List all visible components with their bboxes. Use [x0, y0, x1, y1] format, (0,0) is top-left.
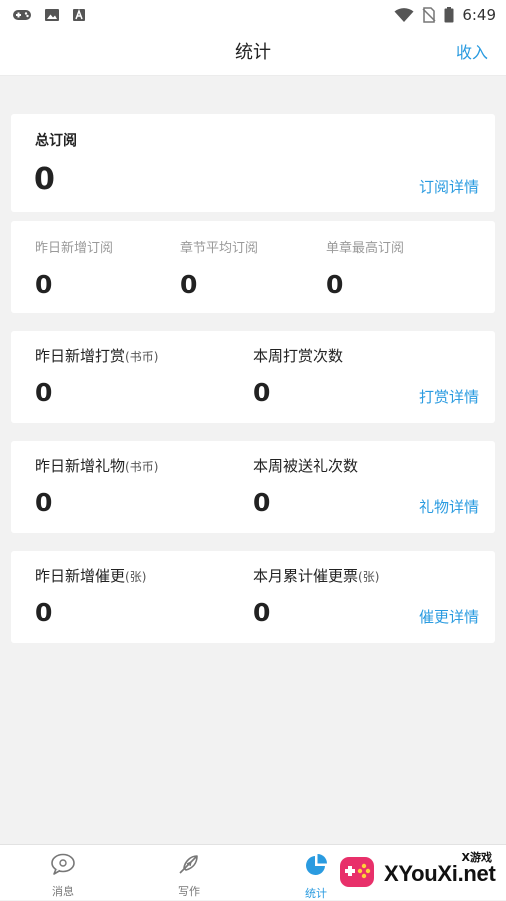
gift-week-count: 本周被送礼次数 0: [253, 455, 358, 517]
label-text: 本周打赏次数: [253, 347, 344, 365]
reward-yesterday-value: 0: [35, 378, 53, 407]
stat-label: 章节平均订阅: [180, 241, 259, 256]
battery-icon: [444, 7, 454, 23]
unit-text: (书币): [125, 350, 159, 364]
tab-label: 统计: [305, 887, 327, 900]
watermark-small-text: X游戏: [461, 851, 492, 864]
urge-yesterday: 昨日新增催更(张) 0: [35, 565, 146, 627]
gift-week-label: 本周被送礼次数: [253, 455, 358, 476]
header: 统计 收入: [0, 30, 506, 76]
gift-yesterday-label: 昨日新增礼物(书币): [35, 455, 158, 476]
reward-week-count: 本周打赏次数 0: [253, 345, 343, 407]
unit-text: (张): [125, 570, 147, 584]
stat-label: 昨日新增订阅: [35, 241, 114, 256]
urge-month-value: 0: [253, 598, 271, 627]
total-subscription-label: 总订阅: [35, 133, 77, 149]
stat-value: 0: [35, 270, 53, 299]
stat-chapter-average-subs: 章节平均订阅 0: [180, 237, 258, 299]
reward-card: 昨日新增打赏(书币) 0 本周打赏次数 0 打赏详情: [11, 331, 495, 423]
label-text: 昨日新增催更: [35, 567, 126, 585]
gamepad-icon: [12, 8, 32, 22]
gift-details-link[interactable]: 礼物详情: [419, 496, 479, 517]
stat-value: 0: [326, 270, 344, 299]
status-time: 6:49: [462, 6, 496, 24]
urge-month-total: 本月累计催更票(张) 0: [253, 565, 379, 627]
reward-details-link[interactable]: 打赏详情: [419, 386, 479, 407]
gift-yesterday-value: 0: [35, 488, 53, 517]
no-sim-icon: [422, 7, 436, 23]
label-text: 昨日新增礼物: [35, 457, 126, 475]
subscription-details-link[interactable]: 订阅详情: [419, 176, 479, 197]
reward-week-label: 本周打赏次数: [253, 345, 343, 366]
chat-bubble-icon: [50, 853, 76, 879]
total-subscription-card: 总订阅 0 订阅详情: [11, 114, 495, 212]
urge-yesterday-value: 0: [35, 598, 53, 627]
reward-yesterday: 昨日新增打赏(书币) 0: [35, 345, 158, 407]
text-a-icon: [72, 8, 86, 22]
urge-details-link[interactable]: 催更详情: [419, 606, 479, 627]
label-text: 本月累计催更票: [253, 567, 359, 585]
gift-yesterday: 昨日新增礼物(书币) 0: [35, 455, 158, 517]
tab-messages[interactable]: 消息: [13, 845, 113, 901]
income-button[interactable]: 收入: [456, 30, 488, 76]
pie-chart-icon: [304, 853, 328, 881]
watermark: XYouXi.net X游戏: [336, 847, 506, 901]
status-right: 6:49: [394, 6, 496, 24]
gift-week-value: 0: [253, 488, 271, 517]
total-subscription-value: 0: [34, 162, 55, 197]
label-text: 本周被送礼次数: [253, 457, 359, 475]
status-left: [12, 8, 86, 22]
label-text: 昨日新增打赏: [35, 347, 126, 365]
gift-card: 昨日新增礼物(书币) 0 本周被送礼次数 0 礼物详情: [11, 441, 495, 533]
status-bar: 6:49: [0, 0, 506, 30]
urge-month-label: 本月累计催更票(张): [253, 565, 379, 586]
stat-value: 0: [180, 270, 198, 299]
bottom-tab-bar: 消息 写作 统计 XYouXi.net X游戏: [0, 844, 506, 900]
image-icon: [44, 8, 60, 22]
tab-label: 消息: [52, 885, 74, 898]
stat-single-chapter-max-subs: 单章最高订阅 0: [326, 237, 404, 299]
quill-icon: [177, 853, 201, 879]
gamepad-logo-icon: [336, 851, 378, 897]
stat-label: 单章最高订阅: [326, 241, 405, 256]
urge-yesterday-label: 昨日新增催更(张): [35, 565, 146, 586]
reward-week-value: 0: [253, 378, 271, 407]
unit-text: (书币): [125, 460, 159, 474]
reward-yesterday-label: 昨日新增打赏(书币): [35, 345, 158, 366]
subscription-stats-card: 昨日新增订阅 0 章节平均订阅 0 单章最高订阅 0: [11, 221, 495, 313]
tab-writing[interactable]: 写作: [139, 845, 239, 901]
stat-yesterday-new-subs: 昨日新增订阅 0: [35, 237, 113, 299]
page-title: 统计: [235, 42, 271, 63]
unit-text: (张): [358, 570, 380, 584]
urge-card: 昨日新增催更(张) 0 本月累计催更票(张) 0 催更详情: [11, 551, 495, 643]
wifi-icon: [394, 7, 414, 23]
tab-label: 写作: [178, 885, 200, 898]
